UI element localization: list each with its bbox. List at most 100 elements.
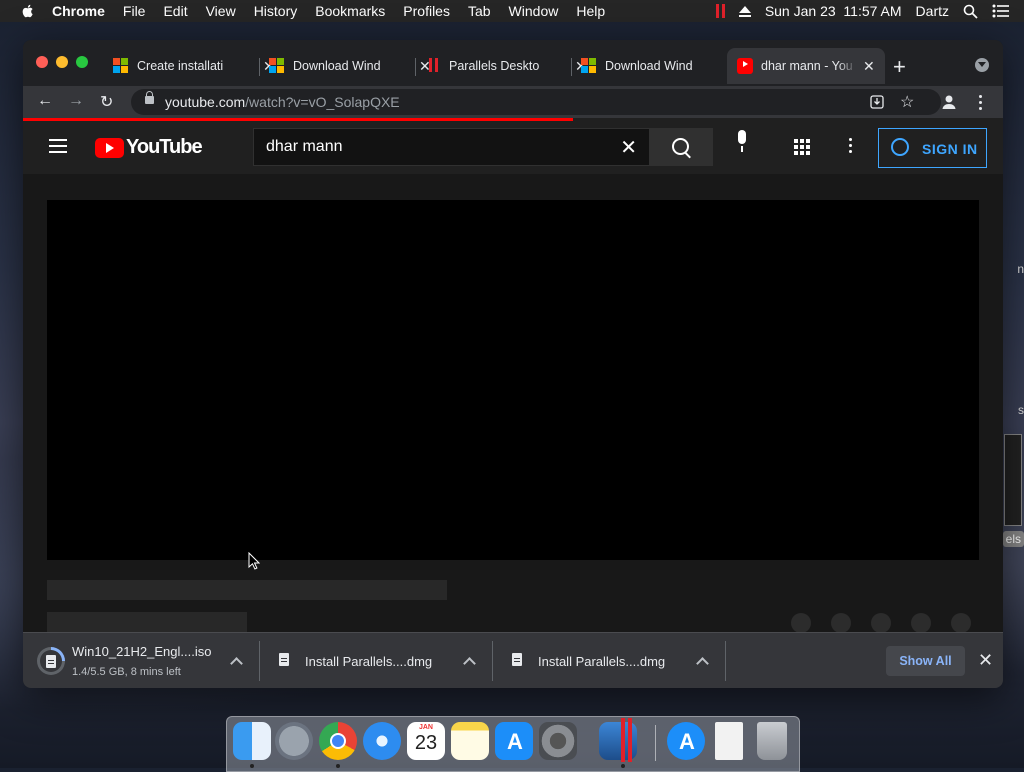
chrome-menu-icon[interactable] (979, 95, 982, 110)
menu-edit[interactable]: Edit (163, 3, 187, 19)
document-icon[interactable] (715, 722, 743, 760)
menu-window[interactable]: Window (509, 3, 559, 19)
browser-toolbar: ← → ↻ youtube.com/watch?v=vO_SolapQXE ☆ (23, 86, 1003, 118)
safari-icon[interactable] (363, 722, 401, 760)
file-icon (46, 655, 56, 668)
close-tab-icon[interactable]: ✕ (863, 58, 875, 75)
download-item-parallels-2[interactable]: Install Parallels....dmg (494, 633, 726, 688)
title-placeholder (47, 580, 447, 600)
sign-in-label: SIGN IN (922, 141, 978, 157)
tab-strip: Create installati ✕ Download Wind ✕ Para… (23, 40, 1003, 88)
menu-tab[interactable]: Tab (468, 3, 491, 19)
parallels-icon[interactable] (715, 4, 725, 18)
trash-icon[interactable] (757, 722, 787, 760)
tab-download-windows-1[interactable]: Download Wind ✕ (269, 52, 431, 80)
window-controls (36, 56, 88, 68)
close-downloads-bar-icon[interactable]: ✕ (978, 650, 993, 671)
tab-youtube-active[interactable]: dhar mann - You ✕ (727, 48, 885, 84)
app-store-folder-icon[interactable]: A (667, 722, 705, 760)
youtube-page: YouTube dhar mann ✕ SIGN IN (23, 118, 1003, 632)
microsoft-icon (269, 58, 285, 74)
app-store-icon[interactable]: A (495, 722, 533, 760)
menu-help[interactable]: Help (576, 3, 605, 19)
menu-profiles[interactable]: Profiles (403, 3, 450, 19)
hamburger-menu-icon[interactable] (49, 139, 67, 157)
microsoft-icon (113, 58, 129, 74)
menu-history[interactable]: History (254, 3, 298, 19)
download-separator (259, 641, 260, 681)
reload-button[interactable]: ↻ (100, 92, 113, 112)
youtube-search-button[interactable] (650, 128, 713, 166)
bookmark-star-icon[interactable]: ☆ (900, 92, 914, 112)
youtube-search-input[interactable]: dhar mann ✕ (253, 128, 650, 166)
menu-bookmarks[interactable]: Bookmarks (315, 3, 385, 19)
account-icon (891, 138, 909, 156)
profile-icon[interactable] (941, 94, 957, 110)
chevron-up-icon[interactable] (230, 657, 243, 670)
download-progress-ring (37, 647, 65, 675)
search-icon[interactable] (963, 4, 978, 19)
video-player[interactable] (47, 200, 979, 560)
file-icon (279, 653, 289, 666)
parallels-desktop-icon[interactable] (599, 718, 637, 762)
subtitle-placeholder (47, 612, 247, 632)
menu-file[interactable]: File (123, 3, 146, 19)
zoom-window-button[interactable] (76, 56, 88, 68)
action-placeholders (791, 613, 971, 632)
tab-search-icon[interactable] (975, 58, 989, 72)
downloads-bar: Win10_21H2_Engl....iso 1.4/5.5 GB, 8 min… (23, 632, 1003, 688)
forward-button[interactable]: → (68, 92, 84, 110)
chevron-up-icon[interactable] (463, 657, 476, 670)
lock-icon[interactable] (145, 91, 154, 104)
menubar-clock[interactable]: Sun Jan 23 11:57 AM (765, 3, 902, 19)
download-item-parallels-1[interactable]: Install Parallels....dmg (261, 633, 493, 688)
tab-parallels-desktop[interactable]: Parallels Deskto ✕ (425, 52, 587, 80)
url-path: /watch?v=vO_SolapQXE (245, 94, 400, 110)
launchpad-icon[interactable] (275, 722, 313, 760)
microsoft-icon (581, 58, 597, 74)
minimize-window-button[interactable] (56, 56, 68, 68)
apps-grid-icon[interactable] (794, 139, 810, 155)
desktop-file-thumbnail[interactable] (1004, 434, 1022, 526)
back-button[interactable]: ← (37, 92, 53, 110)
clear-search-icon[interactable]: ✕ (620, 135, 637, 160)
install-app-icon[interactable] (870, 95, 884, 109)
notes-icon[interactable] (451, 722, 489, 760)
show-all-downloads-button[interactable]: Show All (886, 646, 965, 676)
menubar-user[interactable]: Dartz (916, 3, 949, 19)
finder-icon[interactable] (233, 722, 271, 760)
running-indicator (250, 764, 254, 768)
microphone-icon[interactable] (735, 130, 749, 154)
desktop-label-partial: n (1017, 262, 1024, 276)
system-preferences-icon[interactable] (539, 722, 577, 760)
apple-icon[interactable] (20, 3, 36, 19)
tab-separator (571, 58, 572, 76)
chevron-up-icon[interactable] (696, 657, 709, 670)
running-indicator (621, 764, 625, 768)
control-center-icon[interactable] (992, 4, 1010, 18)
close-window-button[interactable] (36, 56, 48, 68)
calendar-icon[interactable]: JAN 23 (407, 722, 445, 760)
new-tab-button[interactable]: + (893, 54, 906, 80)
download-item-win10[interactable]: Win10_21H2_Engl....iso 1.4/5.5 GB, 8 min… (23, 633, 257, 688)
dock-separator (655, 725, 656, 761)
chrome-window: Create installati ✕ Download Wind ✕ Para… (23, 40, 1003, 688)
menu-app-name[interactable]: Chrome (52, 3, 105, 19)
youtube-play-icon (95, 137, 124, 158)
chrome-icon[interactable] (319, 722, 357, 760)
address-bar[interactable]: youtube.com/watch?v=vO_SolapQXE ☆ (131, 89, 941, 115)
settings-more-icon[interactable] (849, 138, 852, 156)
menu-view[interactable]: View (206, 3, 236, 19)
tab-title: Parallels Deskto (449, 59, 540, 73)
tab-download-windows-2[interactable]: Download Wind ✕ (581, 52, 743, 80)
sign-in-button[interactable]: SIGN IN (878, 128, 987, 168)
dock: JAN 23 A A (226, 716, 800, 772)
tab-title: Download Wind (293, 59, 381, 73)
youtube-logo[interactable]: YouTube (95, 136, 203, 159)
desktop-label-partial: els (1002, 531, 1024, 547)
eject-icon[interactable] (738, 5, 751, 17)
search-icon (672, 138, 689, 155)
tab-create-installation[interactable]: Create installati ✕ (113, 52, 275, 80)
tab-title: Download Wind (605, 59, 693, 73)
youtube-icon (737, 58, 753, 74)
